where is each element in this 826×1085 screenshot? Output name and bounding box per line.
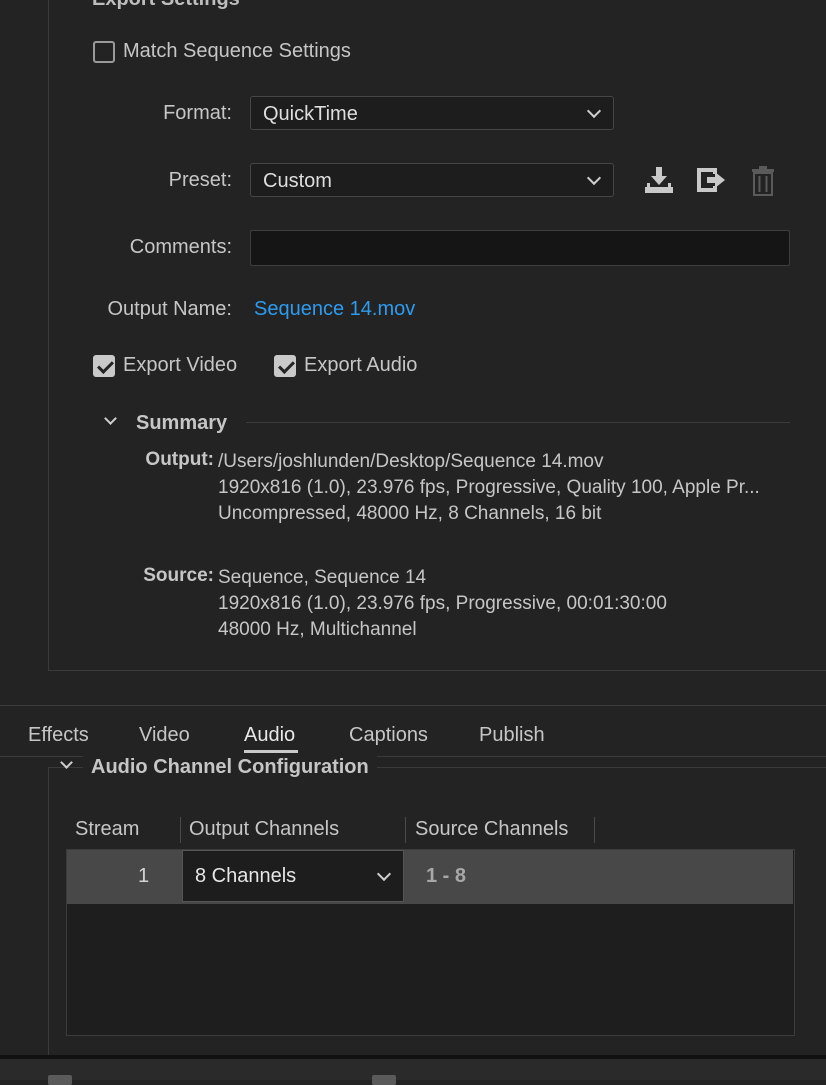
export-settings-title: Export Settings <box>92 0 240 11</box>
comments-label: Comments: <box>129 236 232 258</box>
column-separator <box>405 817 406 843</box>
output-name-link[interactable]: Sequence 14.mov <box>254 298 415 321</box>
summary-title: Summary <box>136 412 228 434</box>
summary-output-line: /Users/joshlunden/Desktop/Sequence 14.mo… <box>218 451 604 472</box>
match-sequence-label: Match Sequence Settings <box>123 40 351 62</box>
format-value: QuickTime <box>263 103 358 125</box>
column-separator <box>180 817 181 843</box>
export-video-label: Export Video <box>123 354 238 376</box>
checkbox-partial[interactable] <box>372 1075 396 1085</box>
import-preset-icon[interactable] <box>643 165 675 195</box>
row-source-channels-value: 1 - 8 <box>426 865 467 887</box>
tab-publish[interactable]: Publish <box>479 724 545 747</box>
summary-divider <box>246 422 790 423</box>
preset-label: Preset: <box>168 169 232 191</box>
active-tab-indicator <box>244 750 298 753</box>
column-separator <box>594 817 595 843</box>
output-name-label: Output Name: <box>107 298 232 320</box>
summary-source-line: 48000 Hz, Multichannel <box>218 619 417 640</box>
export-audio-label: Export Audio <box>304 354 418 376</box>
summary-output-key: Output: <box>145 449 214 470</box>
summary-source-line: Sequence, Sequence 14 <box>218 567 427 588</box>
bottom-strip <box>0 1055 826 1085</box>
audio-config-title: Audio Channel Configuration <box>83 756 377 779</box>
column-header-output-channels: Output Channels <box>189 818 340 840</box>
format-dropdown[interactable]: QuickTime <box>250 96 614 130</box>
summary-output-line: 1920x816 (1.0), 23.976 fps, Progressive,… <box>218 477 760 498</box>
tab-video[interactable]: Video <box>139 724 190 747</box>
tab-captions[interactable]: Captions <box>349 724 428 747</box>
chevron-down-icon <box>586 103 602 119</box>
save-preset-icon[interactable] <box>695 166 727 194</box>
tab-effects[interactable]: Effects <box>28 724 89 747</box>
chevron-down-icon <box>586 170 602 186</box>
row-stream-value: 1 <box>138 865 150 887</box>
summary-output-line: Uncompressed, 48000 Hz, 8 Channels, 16 b… <box>218 503 602 524</box>
checkbox-partial[interactable] <box>48 1075 72 1085</box>
comments-input[interactable] <box>250 230 790 266</box>
export-audio-checkbox[interactable] <box>274 355 296 377</box>
summary-source-values: Sequence, Sequence 14 1920x816 (1.0), 23… <box>218 565 667 643</box>
export-video-checkbox[interactable] <box>93 355 115 377</box>
preset-value: Custom <box>263 170 332 192</box>
tab-audio[interactable]: Audio <box>244 724 295 747</box>
settings-tab-bar: Effects Video Audio Captions Publish <box>0 705 826 757</box>
output-channels-dropdown[interactable]: 8 Channels <box>182 850 404 902</box>
summary-source-line: 1920x816 (1.0), 23.976 fps, Progressive,… <box>218 593 667 614</box>
summary-output-values: /Users/joshlunden/Desktop/Sequence 14.mo… <box>218 449 760 527</box>
column-header-stream: Stream <box>75 818 140 840</box>
output-channels-value: 8 Channels <box>195 865 297 887</box>
match-sequence-checkbox[interactable] <box>93 41 115 63</box>
chevron-down-icon <box>376 866 392 882</box>
column-header-source-channels: Source Channels <box>415 818 569 840</box>
format-label: Format: <box>163 102 232 124</box>
preset-dropdown[interactable]: Custom <box>250 163 614 197</box>
trash-icon[interactable] <box>750 165 776 197</box>
summary-source-key: Source: <box>143 565 214 586</box>
